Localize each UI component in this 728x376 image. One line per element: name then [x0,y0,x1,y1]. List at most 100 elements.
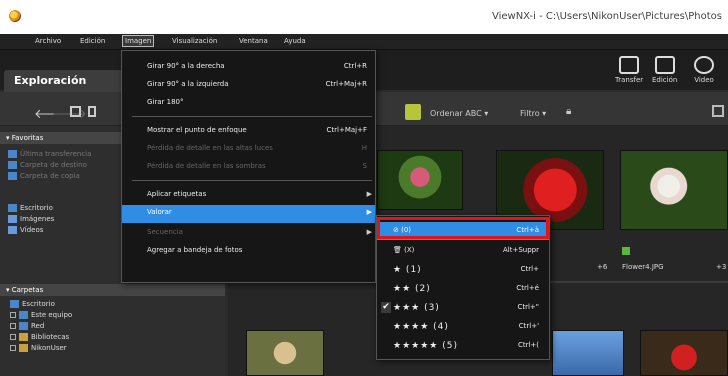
tree-item[interactable]: Escritorio [10,300,55,308]
panel-toggle-icon[interactable] [712,105,724,117]
shortcut-item[interactable]: Imágenes [8,215,54,223]
menu-item-shadows[interactable]: Pérdida de detalle en las sombras S [122,159,375,175]
menu-item-label: Secuencia [147,228,183,236]
user-folder-icon [19,344,28,352]
expand-icon[interactable] [10,312,16,318]
expand-icon[interactable] [10,323,16,329]
tree-label: Este equipo [31,311,73,319]
favorite-item[interactable]: Carpeta de destino [8,161,87,169]
menu-ventana[interactable]: Ventana [239,37,268,45]
expand-icon[interactable] [10,345,16,351]
rating-item-5[interactable]: ★★★★★ (5) Ctrl+( [377,337,549,355]
menu-bar: Archivo Edición Imagen Visualización Ven… [0,34,728,50]
file-name: Flower4.JPG [622,263,664,271]
thumbnail[interactable] [640,330,728,376]
title-bar: ViewNX-i - C:\Users\NikonUser\Pictures\P… [0,0,728,34]
menu-item-label: Girar 90° a la derecha [147,62,225,70]
folder-icon [8,161,17,169]
rating-item-4[interactable]: ★★★★ (4) Ctrl+' [377,318,549,336]
network-icon [19,322,28,330]
menu-item-label: Girar 90° a la izquierda [147,80,229,88]
menu-edicion[interactable]: Edición [80,37,105,45]
list-view-icon[interactable] [88,106,96,117]
filter-dropdown[interactable]: Filtro ▾ [520,109,546,118]
expand-icon[interactable] [10,334,16,340]
folder-icon [8,172,17,180]
menu-item-focus-point[interactable]: Mostrar el punto de enfoque Ctrl+Maj+F [122,123,375,139]
menu-archivo[interactable]: Archivo [35,37,61,45]
rating-item-1[interactable]: ★ (1) Ctrl+ [377,261,549,279]
thumbnail[interactable] [552,330,624,376]
menu-separator [132,180,372,181]
rating-item-reject[interactable]: 🗑 (X) Alt+Suppr [377,242,549,260]
rating-item-2[interactable]: ★★ (2) Ctrl+é [377,280,549,298]
grid-view-icon[interactable] [70,106,81,117]
submenu-arrow-icon: ▶ [366,208,372,216]
tree-item[interactable]: Este equipo [10,311,72,319]
checkmark-icon: ✔ [381,302,391,313]
rating-item-3[interactable]: ✔ ★★★ (3) Ctrl+" [377,299,549,317]
lock-icon[interactable]: 🔒︎ [566,106,571,117]
library-icon [19,333,28,341]
window-title: ViewNX-i - C:\Users\NikonUser\Pictures\P… [491,11,722,22]
rating-label: ★ (1) [393,265,422,275]
menu-item-sequence[interactable]: Secuencia ▶ [122,225,375,241]
rating-label: ★★★★ (4) [393,322,449,332]
menu-item-label: Pérdida de detalle en las sombras [147,162,266,170]
menu-item-add-to-tray[interactable]: Agregar a bandeja de fotos [122,243,375,259]
edicion-button[interactable]: Edición [652,56,677,84]
menu-ayuda[interactable]: Ayuda [284,37,306,45]
tree-label: NikonUser [31,344,67,352]
desktop-icon [8,204,17,212]
tree-item[interactable]: Bibliotecas [10,333,69,341]
edicion-label: Edición [652,76,678,84]
tag-filter-button[interactable] [405,104,421,120]
menu-item-label: Girar 180° [147,98,184,106]
submenu-arrow-icon: ▶ [366,228,372,236]
menu-item-highlights[interactable]: Pérdida de detalle en las altas luces H [122,141,375,157]
folders-header[interactable]: ▾ Carpetas [0,284,225,296]
folder-icon [8,150,17,158]
thumbnail[interactable] [620,150,728,230]
tree-item[interactable]: NikonUser [10,344,67,352]
menu-separator [132,116,372,117]
menu-item-shortcut: Ctrl+Maj+F [326,126,368,134]
videos-icon [8,226,17,234]
menu-item-rotate-right[interactable]: Girar 90° a la derecha Ctrl+R [122,59,375,75]
tree-label: Red [31,322,45,330]
video-button[interactable]: Video [694,56,714,84]
rating-label: ★★★★★ (5) [393,341,458,351]
tab-exploracion[interactable]: Exploración [4,70,126,92]
menu-item-label: Valorar [147,208,172,216]
callout-highlight [377,217,549,239]
folders-header-label: Carpetas [11,286,44,294]
menu-item-label: Mostrar el punto de enfoque [147,126,247,134]
row-marker: +6 [597,263,608,271]
transfer-button[interactable]: Transfer [615,56,643,84]
sort-dropdown[interactable]: Ordenar ABC ▾ [430,109,488,118]
thumbnail[interactable] [377,150,463,210]
menu-item-valorar[interactable]: Valorar ▶ [122,205,375,223]
desktop-icon [10,300,19,308]
thumbnail[interactable] [246,330,324,376]
favorite-item[interactable]: Carpeta de copia [8,172,80,180]
shortcut-item[interactable]: Escritorio [8,204,53,212]
rating-shortcut: Ctrl+( [517,341,539,349]
favorite-label: Carpeta de destino [20,161,87,169]
menu-item-shortcut: H [361,144,367,152]
tree-item[interactable]: Red [10,322,44,330]
menu-item-apply-labels[interactable]: Aplicar etiquetas ▶ [122,187,375,203]
tag-icon [622,247,630,255]
menu-item-rotate-left[interactable]: Girar 90° a la izquierda Ctrl+Maj+R [122,77,375,93]
tree-label: Escritorio [22,300,55,308]
rating-label: ★★ (2) [393,284,431,294]
menu-item-rotate-180[interactable]: Girar 180° [122,95,375,111]
favorite-item[interactable]: Última transferencia [8,150,91,158]
menu-item-shortcut: S [362,162,367,170]
menu-imagen[interactable]: Imagen [122,35,155,47]
shortcut-label: Vídeos [20,226,44,234]
shortcut-item[interactable]: Vídeos [8,226,43,234]
video-label: Video [694,76,714,84]
rating-shortcut: Ctrl+" [517,303,539,311]
menu-visualizacion[interactable]: Visualización [172,37,217,45]
